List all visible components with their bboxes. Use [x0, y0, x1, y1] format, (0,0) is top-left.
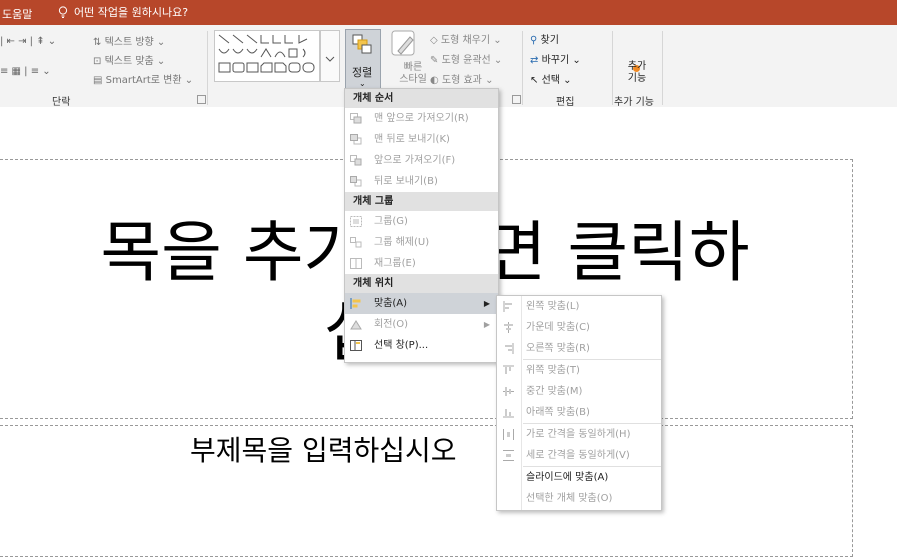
distribute-horizontal-icon [503, 429, 514, 440]
bring-forward-icon [350, 155, 362, 166]
bring-to-front-icon [350, 113, 362, 124]
shapes-gallery[interactable] [214, 30, 320, 82]
regroup-icon [350, 258, 362, 269]
menu-item-distribute-vertical[interactable]: 세로 간격을 동일하게(V) [497, 445, 661, 466]
group-icon [350, 216, 362, 227]
title-bar: 도움말 어떤 작업을 원하시나요? [0, 0, 897, 25]
replace-button[interactable]: ⇄ 바꾸기 ⌄ [530, 51, 581, 66]
arrange-menu: 개체 순서 맨 앞으로 가져오기(R) 맨 뒤로 보내기(K) 앞으로 가져오기… [344, 88, 499, 363]
quick-styles-icon [391, 30, 415, 56]
separator [522, 31, 523, 105]
separator [662, 31, 663, 105]
menu-item-align-to-slide[interactable]: 슬라이드에 맞춤(A) [497, 467, 661, 488]
align-paragraph-buttons[interactable]: ≡ ▦ | ≡ ⌄ [0, 66, 51, 77]
menu-item-align-center[interactable]: 가운데 맞춤(C) [497, 317, 661, 338]
shapes-gallery-icon [218, 34, 315, 73]
text-align-button[interactable]: ⊡ 텍스트 맞춤 ⌄ [93, 52, 165, 67]
lightbulb-icon [58, 6, 68, 18]
align-to-slide-icon [503, 472, 514, 483]
shapes-gallery-more-button[interactable] [320, 30, 340, 82]
align-submenu: 왼쪽 맞춤(L) 가운데 맞춤(C) 오른쪽 맞춤(R) 위쪽 맞춤(T) 중간… [496, 295, 662, 511]
send-to-back-icon [350, 134, 362, 145]
menu-section-header: 개체 위치 [345, 274, 498, 293]
align-bottom-icon [503, 409, 514, 418]
menu-section-header: 개체 그룹 [345, 192, 498, 211]
menu-item-send-backward[interactable]: 뒤로 보내기(B) [345, 171, 498, 192]
menu-item-send-to-back[interactable]: 맨 뒤로 보내기(K) [345, 129, 498, 150]
menu-item-distribute-horizontal[interactable]: 가로 간격을 동일하게(H) [497, 424, 661, 445]
menu-item-align-bottom[interactable]: 아래쪽 맞춤(B) [497, 402, 661, 423]
select-button[interactable]: ↖ 선택 ⌄ [530, 71, 572, 86]
menu-item-align-left[interactable]: 왼쪽 맞춤(L) [497, 296, 661, 317]
menu-item-align-middle[interactable]: 중간 맞춤(M) [497, 381, 661, 402]
selection-pane-icon [350, 340, 362, 351]
align-center-icon [504, 322, 513, 333]
rotate-icon [350, 320, 362, 330]
text-direction-button[interactable]: ⇅ 텍스트 방향 ⌄ [93, 33, 165, 48]
ungroup-icon [350, 237, 362, 248]
menu-item-align-top[interactable]: 위쪽 맞춤(T) [497, 360, 661, 381]
chevron-down-icon [325, 56, 335, 62]
shape-outline-button[interactable]: ✎ 도형 윤곽선 ⌄ [430, 51, 502, 66]
arrange-button[interactable]: 정렬 ⌄ [345, 29, 381, 91]
subtitle-placeholder-text: 부제목을 입력하십시오 [190, 434, 457, 467]
menu-item-align[interactable]: 맞춤(A) ▶ [345, 293, 498, 314]
menu-section-header: 개체 순서 [345, 89, 498, 108]
align-top-icon [503, 365, 514, 374]
smartart-convert-button[interactable]: ▤ SmartArt로 변환 ⌄ [93, 71, 193, 86]
replace-icon: ⇄ [530, 55, 539, 66]
addins-button[interactable]: 추가 기능 [622, 61, 652, 85]
shape-fill-button[interactable]: ◇ 도형 채우기 ⌄ [430, 31, 502, 46]
menu-item-bring-to-front[interactable]: 맨 앞으로 가져오기(R) [345, 108, 498, 129]
separator [207, 31, 208, 105]
align-selected-icon [503, 493, 514, 504]
find-button[interactable]: ⚲ 찾기 [530, 31, 559, 46]
arrange-label: 정렬 [352, 66, 373, 79]
tell-me-box[interactable]: 어떤 작업을 원하시나요? [58, 4, 188, 20]
tell-me-label: 어떤 작업을 원하시나요? [74, 6, 189, 19]
menu-item-bring-forward[interactable]: 앞으로 가져오기(F) [345, 150, 498, 171]
editing-group-label: 편집 [556, 97, 575, 108]
distribute-vertical-icon [503, 450, 514, 461]
menu-item-selection-pane[interactable]: 선택 창(P)... [345, 335, 498, 356]
chevron-right-icon: ▶ [483, 299, 490, 308]
search-icon: ⚲ [530, 35, 538, 46]
align-middle-icon [503, 387, 514, 396]
separator [612, 31, 613, 105]
align-right-icon [505, 343, 514, 354]
addins-group-label: 추가 기능 [614, 97, 654, 108]
chevron-right-icon: ▶ [483, 320, 490, 329]
indent-buttons[interactable]: | ⇤ ⇥ | ⇞ ⌄ [0, 36, 56, 47]
arrange-icon [352, 34, 372, 54]
align-left-icon [503, 301, 512, 312]
paragraph-group-label: 단락 [52, 97, 71, 108]
paragraph-launcher-icon[interactable] [197, 95, 206, 104]
quick-styles-button[interactable]: 빠른 스타일 [398, 62, 428, 86]
menu-item-regroup[interactable]: 재그룹(E) [345, 253, 498, 274]
chevron-down-icon: ⌄ [359, 79, 366, 88]
menu-item-group[interactable]: 그룹(G) [345, 211, 498, 232]
tab-help[interactable]: 도움말 [2, 6, 32, 22]
menu-item-align-right[interactable]: 오른쪽 맞춤(R) [497, 338, 661, 359]
send-backward-icon [350, 176, 362, 187]
cursor-icon: ↖ [530, 75, 539, 86]
shape-effects-button[interactable]: ◐ 도형 효과 ⌄ [430, 71, 493, 86]
menu-item-align-selected-objects[interactable]: 선택한 개체 맞춤(O) [497, 488, 661, 509]
menu-item-rotate[interactable]: 회전(O) ▶ [345, 314, 498, 335]
menu-item-ungroup[interactable]: 그룹 해제(U) [345, 232, 498, 253]
align-icon [350, 298, 361, 309]
drawing-launcher-icon[interactable] [512, 95, 521, 104]
